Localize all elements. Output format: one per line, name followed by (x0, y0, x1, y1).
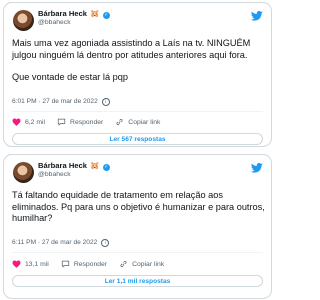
tweet-paragraph: Tá faltando equidade de tratamento em re… (12, 190, 265, 224)
hamster-emoji: 🐹 (90, 161, 100, 170)
verified-badge-icon: ✓ (102, 12, 110, 19)
tweet-paragraph: Que vontade de estar lá pqp (12, 72, 128, 83)
reply-label: Responder (70, 118, 104, 126)
info-icon[interactable]: i (101, 98, 110, 106)
avatar[interactable] (13, 162, 34, 183)
timestamp-text: 6:01 PM · 27 de mar de 2022 (12, 98, 98, 105)
author-name-text: Bárbara Heck (38, 161, 87, 170)
author-name[interactable]: Bárbara Heck 🐹 ✓ (38, 9, 110, 19)
heart-icon (12, 260, 21, 268)
divider (12, 252, 263, 253)
verified-badge-icon: ✓ (102, 164, 110, 171)
info-icon[interactable]: i (101, 239, 110, 247)
tweet-text: Tá faltando equidade de tratamento em re… (12, 190, 265, 225)
like-count: 6,2 mil (25, 118, 46, 126)
twitter-bird-icon[interactable] (251, 11, 263, 21)
link-icon (120, 261, 127, 267)
twitter-bird-icon[interactable] (251, 163, 263, 173)
read-replies-button[interactable]: Ler 567 respostas (12, 133, 263, 145)
tweet-actions: 13,1 mil Responder Copiar link (12, 258, 263, 270)
tweet-paragraph: Mais uma vez agoniada assistindo a Laís … (12, 38, 251, 60)
hamster-emoji: 🐹 (90, 9, 100, 18)
speech-bubble-icon (61, 260, 69, 268)
like-count: 13,1 mil (25, 260, 49, 268)
reply-button[interactable]: Responder (57, 118, 103, 126)
tweet-timestamp[interactable]: 6:11 PM · 27 de mar de 2022 i (12, 239, 110, 247)
divider (12, 111, 263, 112)
reply-button[interactable]: Responder (61, 260, 107, 268)
copy-link-label: Copiar link (132, 260, 165, 268)
tweet-card-1[interactable]: Bárbara Heck 🐹 ✓ @bbaheck Mais uma vez a… (3, 2, 272, 147)
like-button[interactable]: 6,2 mil (12, 118, 45, 126)
copy-link-button[interactable]: Copiar link (119, 260, 164, 268)
avatar[interactable] (13, 10, 34, 31)
tweet-actions: 6,2 mil Responder Copiar link (12, 116, 263, 128)
reply-label: Responder (73, 260, 108, 268)
timestamp-text: 6:11 PM · 27 de mar de 2022 (12, 239, 98, 246)
tweet-timestamp[interactable]: 6:01 PM · 27 de mar de 2022 i (12, 98, 110, 106)
author-handle[interactable]: @bbaheck (38, 19, 71, 26)
copy-link-button[interactable]: Copiar link (115, 118, 160, 126)
tweet-card-2[interactable]: Bárbara Heck 🐹 ✓ @bbaheck Tá faltando eq… (3, 154, 272, 299)
copy-link-label: Copiar link (128, 118, 161, 126)
link-icon (116, 119, 123, 125)
author-handle[interactable]: @bbaheck (38, 171, 71, 178)
read-replies-button[interactable]: Ler 1,1 mil respostas (12, 275, 263, 287)
author-name[interactable]: Bárbara Heck 🐹 ✓ (38, 161, 110, 171)
like-button[interactable]: 13,1 mil (12, 260, 49, 268)
heart-icon (12, 118, 21, 126)
tweet-text: Mais uma vez agoniada assistindo a Laís … (12, 38, 265, 84)
speech-bubble-icon (57, 118, 66, 126)
author-name-text: Bárbara Heck (38, 9, 87, 18)
